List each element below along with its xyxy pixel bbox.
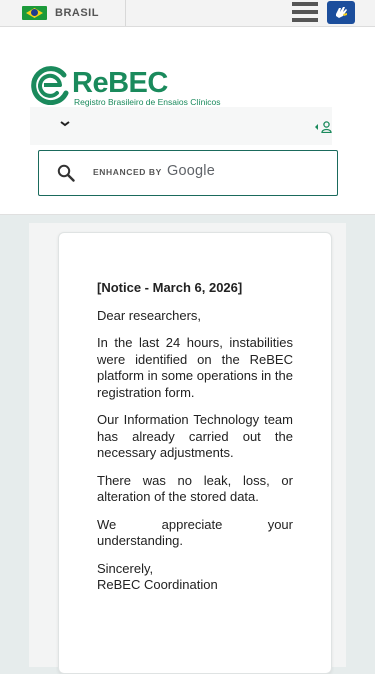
chevron-down-icon[interactable] xyxy=(60,119,70,129)
notice-paragraph: Our Information Technology team has alre… xyxy=(97,412,293,460)
signature-name: ReBEC Coordination xyxy=(97,577,218,592)
search-enhanced-label: ENHANCED BY xyxy=(93,167,162,177)
notice-signature: Sincerely, ReBEC Coordination xyxy=(97,561,293,594)
divider xyxy=(125,0,126,26)
notice-paragraph: We appreciate your understanding. xyxy=(97,516,293,549)
rebec-logo-mark-icon xyxy=(31,66,69,105)
sign-language-icon[interactable] xyxy=(327,1,355,24)
rebec-logo[interactable]: ReBEC Registro Brasileiro de Ensaios Clí… xyxy=(30,65,230,109)
search-box[interactable]: ENHANCED BY Google xyxy=(38,150,338,196)
notice-title: [Notice - March 6, 2026] xyxy=(97,280,243,295)
signature-closing: Sincerely, xyxy=(97,560,154,576)
hamburger-icon[interactable] xyxy=(292,1,318,23)
notice-paragraph: In the last 24 hours, instabilities were… xyxy=(97,335,293,400)
search-icon[interactable] xyxy=(57,164,75,182)
notice-body: [Notice - March 6, 2026] Dear researcher… xyxy=(97,280,293,594)
notice-card: [Notice - March 6, 2026] Dear researcher… xyxy=(58,232,332,674)
google-logo: Google xyxy=(167,163,215,179)
logo-text: ReBEC xyxy=(72,67,168,99)
site-header: ReBEC Registro Brasileiro de Ensaios Clí… xyxy=(0,27,375,215)
header-toolbar xyxy=(30,107,332,145)
login-control[interactable] xyxy=(314,120,332,134)
logo-subtitle: Registro Brasileiro de Ensaios Clínicos xyxy=(74,97,221,107)
gov-bar: BRASIL xyxy=(0,0,375,27)
chevron-left-icon xyxy=(315,124,318,130)
notice-paragraph: There was no leak, loss, or alteration o… xyxy=(97,472,293,505)
notice-greeting: Dear researchers, xyxy=(97,307,202,323)
user-icon[interactable] xyxy=(321,121,332,133)
country-link[interactable]: BRASIL xyxy=(55,7,99,19)
brazil-flag-icon xyxy=(22,6,47,20)
